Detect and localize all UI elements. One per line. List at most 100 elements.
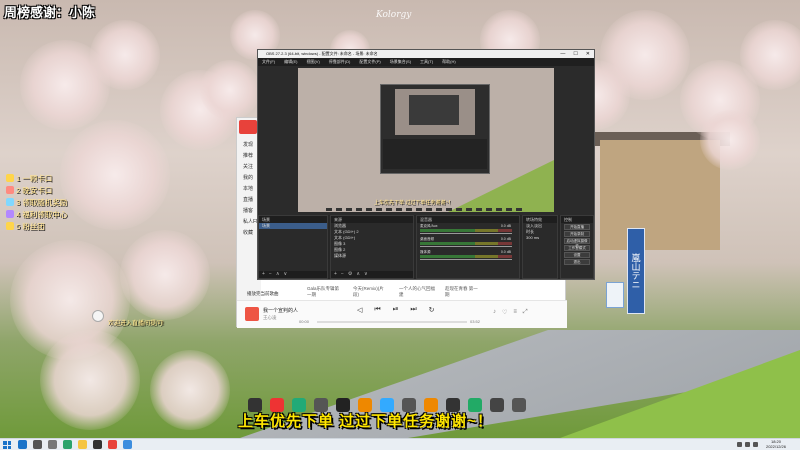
chat-message: 欢迎进入直播间提问!: [108, 321, 164, 327]
command-item: 5 粉丝团: [6, 220, 96, 232]
playlist-entry[interactable]: 一个人的心气回福建: [399, 286, 435, 298]
menu-edit[interactable]: 编辑(E): [284, 58, 297, 66]
music-app-logo-icon: [239, 120, 257, 134]
window-title: OBS 27.2.3 (64-bit, windows) - 配置文件: 未命名…: [266, 51, 378, 56]
playlist-entry[interactable]: 今天(Remix)(片段): [353, 286, 389, 298]
command-item: 4 福利领取中心: [6, 208, 96, 220]
volume-fader[interactable]: [420, 233, 512, 234]
preview-caption: 上车优先下单 过过下单任务谢谢~！: [374, 200, 454, 206]
add-icon[interactable]: +: [262, 271, 265, 278]
start-app-icon[interactable]: [18, 440, 27, 449]
playback-controls: ◁ ⏮ ⏯ ⏭ ↻: [357, 306, 435, 314]
gift-icon: [6, 198, 14, 206]
menu-help[interactable]: 帮助(H): [442, 58, 456, 66]
time-current: 00:00: [299, 319, 310, 324]
taskbar-clock[interactable]: 18:20 2022/12/26: [766, 439, 786, 449]
gift-icon: [6, 210, 14, 218]
repeat-icon[interactable]: ↻: [429, 306, 435, 314]
mixer-dock-title: 混音器: [417, 216, 519, 223]
start-streaming-button[interactable]: 开始直播: [564, 224, 590, 230]
scene-item[interactable]: 场景: [259, 223, 327, 229]
remove-icon[interactable]: −: [269, 271, 272, 278]
volume-fader[interactable]: [420, 259, 512, 260]
lyrics-icon[interactable]: ♪: [493, 309, 496, 316]
obs-preview[interactable]: 上车优先下单 过过下单任务谢谢~！: [298, 68, 554, 212]
settings-button[interactable]: 设置: [564, 252, 590, 258]
network-icon[interactable]: [737, 442, 742, 447]
blossom-cluster: [90, 20, 160, 90]
nested-docks: [383, 139, 487, 169]
mixer-channel: 桌面音频 0.0 dB: [417, 236, 519, 249]
edge-app-icon[interactable]: [63, 440, 72, 449]
stream-caption: 上车优先下单 过过下单任务谢谢~！: [238, 413, 493, 430]
move-down-icon[interactable]: ∨: [364, 271, 368, 278]
volume-meter: [420, 229, 512, 232]
move-up-icon[interactable]: ∧: [276, 271, 280, 278]
command-item: 3 领取随机奖励: [6, 196, 96, 208]
avatar: [92, 310, 104, 322]
obs-menubar: 文件(F) 编辑(E) 视图(V) 停靠部件(D) 配置文件(P) 场景集合(S…: [258, 58, 594, 66]
move-up-icon[interactable]: ∧: [356, 271, 360, 278]
weekly-thanks-title: 周榜感谢：小陈: [4, 5, 96, 20]
studio-mode-button[interactable]: 工作室模式: [564, 245, 590, 251]
album-cover[interactable]: [245, 307, 259, 321]
virtual-camera-button[interactable]: 启动虚拟摄像机: [564, 238, 590, 248]
obs-window[interactable]: OBS 27.2.3 (64-bit, windows) - 配置文件: 未命名…: [257, 49, 595, 280]
explorer-app-icon[interactable]: [78, 440, 87, 449]
move-down-icon[interactable]: ∨: [284, 271, 288, 278]
taskbar-apps: [18, 440, 132, 449]
blossom-cluster: [120, 230, 210, 320]
volume-icon[interactable]: [745, 442, 750, 447]
street-sign: 嵐山テニ: [627, 228, 645, 314]
taskview-app-icon[interactable]: [48, 440, 57, 449]
transition-duration-input[interactable]: 300 ms: [523, 235, 557, 241]
add-icon[interactable]: +: [334, 271, 337, 278]
progress-bar[interactable]: [317, 321, 467, 323]
music-app-icon[interactable]: [108, 440, 117, 449]
play-finish-checkbox[interactable]: 播放完当前歌曲: [247, 291, 279, 297]
player-bar: 我一个宣判的人 王心凌 ◁ ⏮ ⏯ ⏭ ↻ 00:00 03:52 ♪ ♡ ≡ …: [237, 300, 567, 328]
menu-file[interactable]: 文件(F): [262, 58, 275, 66]
search-app-icon[interactable]: [33, 440, 42, 449]
sources-toolbar: + − ⚙ ∧ ∨: [331, 271, 413, 278]
ime-icon[interactable]: [753, 442, 758, 447]
minimize-icon[interactable]: —: [560, 50, 565, 58]
close-icon[interactable]: ✕: [586, 50, 590, 58]
playlist-entry[interactable]: Gala乐队专辑第一期: [307, 286, 343, 298]
play-pause-icon[interactable]: ⏯: [393, 306, 399, 314]
volume-fader[interactable]: [420, 246, 512, 247]
obs-app-icon[interactable]: [93, 440, 102, 449]
menu-view[interactable]: 视图(V): [306, 58, 319, 66]
transitions-dock-title: 转场特效: [523, 216, 557, 223]
sources-dock: 来源 浏览器 文本 (GDI+) 2 文本 (GDI+) 图像 3 图像 2 媒…: [330, 215, 414, 279]
blossom-cluster: [700, 110, 760, 170]
fullscreen-icon[interactable]: ⤢: [523, 309, 528, 316]
caption-app-icon: [512, 398, 526, 412]
chat-app-icon[interactable]: [123, 440, 132, 449]
start-recording-button[interactable]: 开始录制: [564, 231, 590, 237]
exit-button[interactable]: 退出: [564, 259, 590, 265]
previous-icon[interactable]: ⏮: [374, 306, 380, 314]
like-icon[interactable]: ◁: [357, 306, 362, 314]
menu-tools[interactable]: 工具(T): [420, 58, 433, 66]
windows-start-icon[interactable]: [3, 441, 11, 449]
mixer-channel: 媒体源 0.0 dB: [417, 249, 519, 262]
gear-icon[interactable]: ⚙: [348, 271, 352, 278]
menu-docks[interactable]: 停靠部件(D): [329, 58, 351, 66]
house: [600, 140, 720, 250]
heart-icon[interactable]: ♡: [502, 309, 507, 316]
playlist-entry[interactable]: 趁现在青春 第一期: [445, 286, 481, 298]
menu-scene-collection[interactable]: 场景集合(S): [390, 58, 411, 66]
next-icon[interactable]: ⏭: [410, 306, 416, 314]
system-tray: [737, 442, 758, 447]
remove-icon[interactable]: −: [341, 271, 344, 278]
preview-icon-strip: [326, 208, 526, 211]
maximize-icon[interactable]: ☐: [573, 50, 577, 58]
playlist-columns: Gala乐队专辑第一期 今天(Remix)(片段) 一个人的心气回福建 趁现在青…: [307, 286, 481, 298]
menu-profile[interactable]: 配置文件(P): [359, 58, 380, 66]
source-item[interactable]: 媒体源: [331, 253, 413, 259]
gift-icon: [6, 186, 14, 194]
watermark: Kolorgy: [376, 10, 412, 20]
obs-titlebar[interactable]: OBS 27.2.3 (64-bit, windows) - 配置文件: 未命名…: [258, 50, 594, 58]
playlist-icon[interactable]: ≡: [513, 309, 517, 316]
